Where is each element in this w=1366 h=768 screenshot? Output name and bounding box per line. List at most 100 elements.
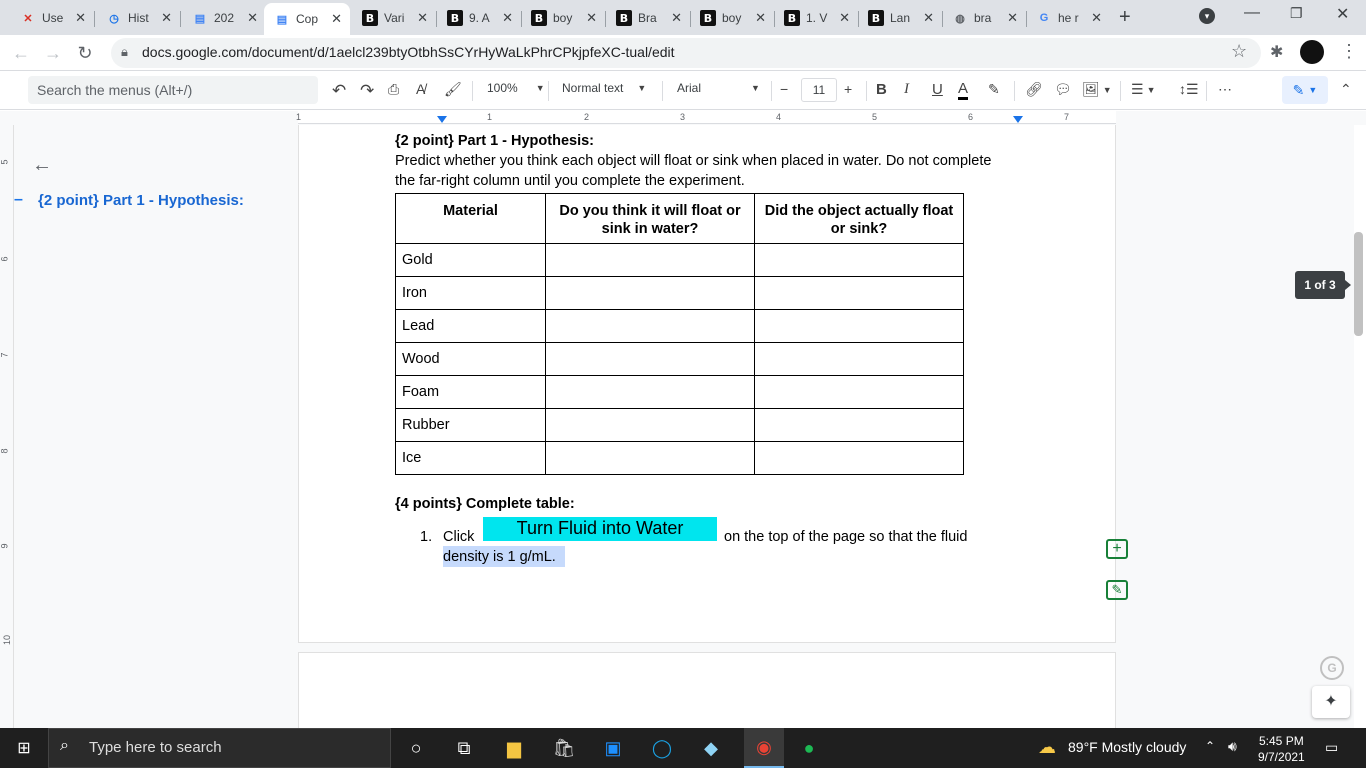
table-header[interactable]: Did the object actually float or sink? (754, 193, 964, 244)
print-icon[interactable]: ⎙ (388, 81, 399, 98)
heading-complete-table[interactable]: {4 points} Complete table: (395, 496, 575, 512)
font-size-input[interactable]: 11 (801, 78, 837, 102)
forward-icon[interactable]: → (40, 40, 66, 66)
table-cell[interactable] (545, 276, 755, 310)
close-tab-icon[interactable]: ✕ (839, 10, 850, 26)
list-text-selected[interactable]: density is 1 g/mL. (443, 549, 556, 565)
weather-text[interactable]: 89°F Mostly cloudy (1068, 739, 1186, 755)
table-cell-material[interactable]: Ice (395, 441, 546, 475)
tab-4[interactable]: B Vari ✕ (352, 4, 437, 32)
tab-11[interactable]: ◍ bra ✕ (942, 4, 1027, 32)
minimize-icon[interactable]: — (1244, 4, 1260, 22)
explore-icon[interactable]: ✦ (1312, 686, 1350, 718)
table-cell[interactable] (545, 243, 755, 277)
file-explorer-icon[interactable]: ▆ (498, 734, 530, 762)
volume-icon[interactable]: 🔊︎ (1228, 738, 1237, 755)
taskbar-search-box[interactable]: Type here to search (48, 728, 391, 768)
document-page-2[interactable] (298, 652, 1116, 732)
table-cell[interactable] (754, 243, 964, 277)
list-text[interactable]: on the top of the page so that the fluid (724, 529, 967, 545)
spotify-icon[interactable]: ● (793, 734, 825, 762)
tab-search-icon[interactable]: ▾ (1199, 8, 1215, 24)
close-window-icon[interactable]: ✕ (1336, 4, 1349, 24)
paint-format-icon[interactable]: 🖌︎ (444, 81, 462, 98)
underline-button[interactable]: U (932, 81, 943, 98)
table-cell[interactable] (754, 309, 964, 343)
lock-icon[interactable]: 🔒︎ (121, 44, 128, 60)
table-cell[interactable] (754, 408, 964, 442)
tab-0[interactable]: ✕ Use ✕ (10, 4, 95, 32)
highlight-icon[interactable]: ✎ (988, 81, 1000, 98)
outline-item-hypothesis[interactable]: {2 point} Part 1 - Hypothesis: (38, 192, 244, 209)
windows-start-icon[interactable]: ⊞ (8, 734, 40, 762)
tab-10[interactable]: B Lan ✕ (858, 4, 943, 32)
redo-icon[interactable]: ↷ (360, 81, 374, 101)
decrease-font-size-icon[interactable]: − (780, 81, 788, 97)
table-cell-material[interactable]: Gold (395, 243, 546, 277)
close-tab-icon[interactable]: ✕ (1007, 10, 1018, 26)
photos-icon[interactable]: ▣ (597, 734, 629, 762)
table-cell-material[interactable]: Rubber (395, 408, 546, 442)
table-cell[interactable] (545, 408, 755, 442)
table-cell-material[interactable]: Lead (395, 309, 546, 343)
paragraph-line[interactable]: Predict whether you think each object wi… (395, 153, 991, 169)
new-tab-icon[interactable]: + (1119, 6, 1131, 29)
table-cell[interactable] (545, 375, 755, 409)
store-icon[interactable]: 🛍︎ (548, 734, 580, 762)
tab-5[interactable]: B 9. A ✕ (437, 4, 522, 32)
tab-7[interactable]: B Bra ✕ (606, 4, 691, 32)
restore-icon[interactable]: ❐ (1290, 5, 1303, 22)
bold-button[interactable]: B (876, 81, 887, 98)
chrome-icon[interactable]: ◉ (744, 728, 784, 768)
show-hidden-icons-icon[interactable]: ⌃ (1205, 739, 1215, 753)
increase-font-size-icon[interactable]: + (844, 81, 852, 97)
cortana-ring-icon[interactable]: ◯ (646, 734, 678, 762)
table-cell[interactable] (754, 441, 964, 475)
list-text[interactable]: Click (443, 529, 474, 545)
close-tab-icon[interactable]: ✕ (1091, 10, 1102, 26)
vertical-scrollbar[interactable] (1354, 232, 1363, 336)
tab-2[interactable]: ▤ 202 ✕ (182, 4, 266, 32)
close-tab-icon[interactable]: ✕ (586, 10, 597, 26)
table-cell-material[interactable]: Iron (395, 276, 546, 310)
grammarly-icon[interactable]: G (1320, 656, 1344, 680)
table-cell[interactable] (754, 342, 964, 376)
left-indent-marker[interactable] (437, 116, 447, 123)
collapse-toolbar-icon[interactable]: ⌃ (1340, 81, 1352, 98)
notification-icon[interactable]: ▭ (1325, 739, 1338, 756)
bookmark-star-icon[interactable]: ☆ (1231, 41, 1247, 62)
table-header[interactable]: Material (395, 193, 546, 244)
close-tab-icon[interactable]: ✕ (502, 10, 513, 26)
table-cell[interactable] (754, 375, 964, 409)
image-icon[interactable]: 🖼︎ ▼ (1082, 81, 1112, 98)
tab-6[interactable]: Bboy ✕ (521, 4, 606, 32)
spellcheck-icon[interactable]: A̸ (416, 81, 425, 97)
clock[interactable]: 5:45 PM 9/7/2021 (1258, 733, 1305, 765)
suggest-edits-icon[interactable]: ✎ (1106, 580, 1128, 600)
app-icon[interactable]: ◆ (695, 734, 727, 762)
tab-9[interactable]: B 1. V ✕ (774, 4, 859, 32)
link-icon[interactable]: 🔗︎ (1025, 81, 1043, 98)
url-text[interactable]: docs.google.com/document/d/1aelcl239btyO… (142, 44, 675, 60)
close-tab-icon[interactable]: ✕ (331, 11, 342, 27)
tab-3-active[interactable]: ▤ Cop ✕ (264, 3, 350, 35)
font-select[interactable]: Arial ▼ (677, 81, 760, 95)
text-color-button[interactable]: A (958, 81, 969, 100)
align-icon[interactable]: ☰ ▼ (1131, 81, 1155, 98)
task-view-icon[interactable]: ⧉ (448, 734, 480, 762)
close-tab-icon[interactable]: ✕ (923, 10, 934, 26)
heading-hypothesis[interactable]: {2 point} Part 1 - Hypothesis: (395, 133, 594, 149)
right-indent-marker[interactable] (1013, 116, 1023, 123)
close-tab-icon[interactable]: ✕ (161, 10, 172, 26)
table-cell[interactable] (545, 309, 755, 343)
table-header[interactable]: Do you think it will float or sink in wa… (545, 193, 755, 244)
line-spacing-icon[interactable]: ↕☰ (1179, 81, 1199, 98)
tab-12[interactable]: Ghe r ✕ (1026, 4, 1110, 32)
table-cell-material[interactable]: Foam (395, 375, 546, 409)
undo-icon[interactable]: ↶ (332, 81, 346, 101)
add-comment-icon[interactable]: + (1106, 539, 1128, 559)
editing-mode-icon[interactable]: ✎ ▼ (1282, 76, 1328, 104)
profile-avatar[interactable] (1300, 40, 1324, 64)
tab-8[interactable]: Bboy ✕ (690, 4, 775, 32)
italic-button[interactable]: I (904, 81, 909, 98)
